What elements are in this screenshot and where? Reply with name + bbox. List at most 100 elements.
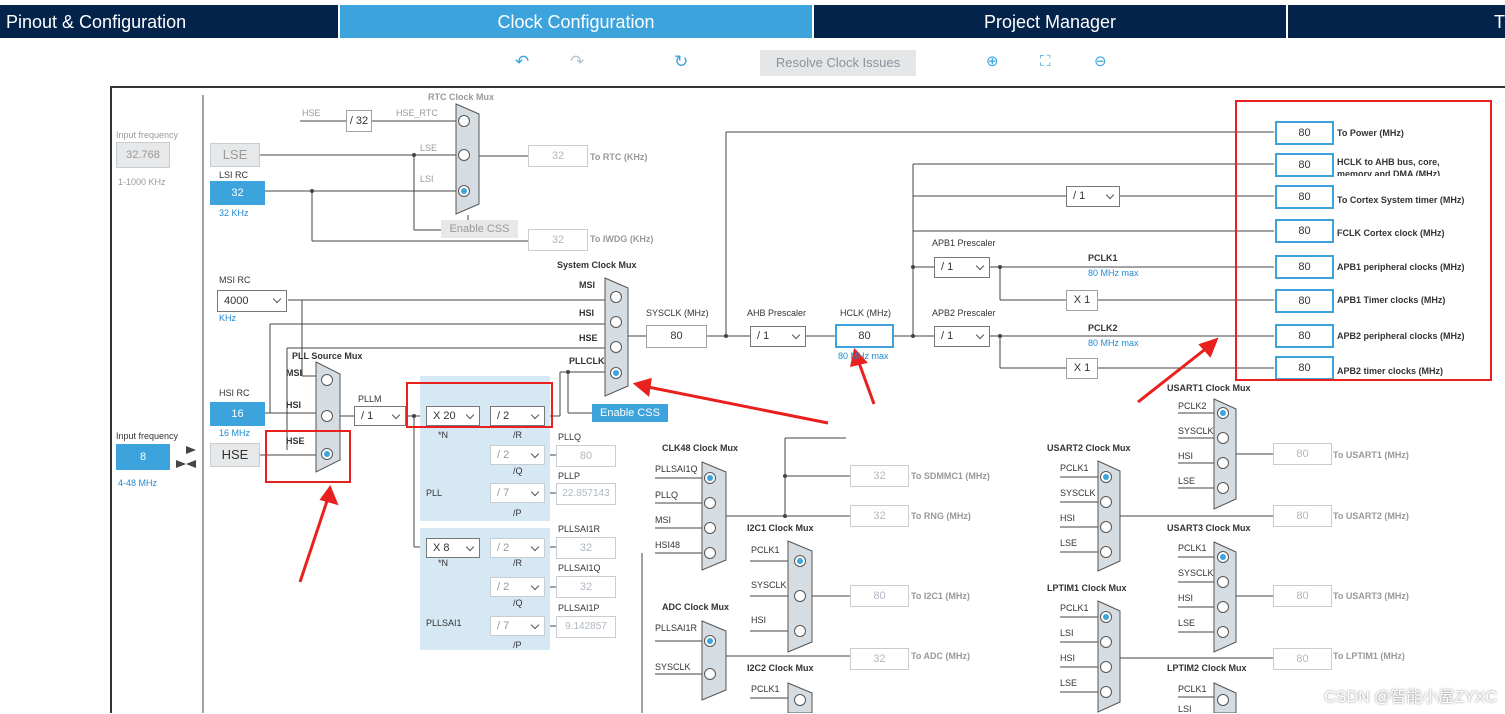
sysmux-pllclk-label: PLLCLK (569, 356, 605, 366)
i2c2-mux-label: I2C2 Clock Mux (747, 663, 814, 673)
pllsai1q-label: PLLSAI1Q (558, 563, 601, 573)
pll-r-label: /R (513, 430, 522, 440)
pll-q-label: /Q (513, 466, 523, 476)
pll-label: PLL (426, 488, 443, 498)
adc-in-pllsai1r: PLLSAI1R (655, 623, 698, 633)
lse-oscillator: LSE (210, 143, 260, 167)
cortex-timer-divider-select[interactable]: / 1 (1066, 186, 1120, 207)
adc-mux-label: ADC Clock Mux (662, 602, 730, 612)
lse-frequency-input[interactable]: 32.768 (116, 142, 170, 168)
hclk-input[interactable]: 80 (835, 324, 894, 348)
pll-p-select[interactable]: / 7 (490, 483, 545, 503)
usart2-in-hsi: HSI (1060, 513, 1076, 523)
pllsai1q-value: 32 (556, 576, 616, 598)
clk48-in-msi: MSI (655, 515, 672, 525)
i2c2-in-pclk1: PCLK1 (751, 684, 780, 694)
pll-q-select[interactable]: / 2 (490, 445, 545, 465)
hsi-unit: 16 MHz (219, 428, 251, 438)
pllsai1p-label: PLLSAI1P (558, 603, 600, 613)
pll-src-msi-label: MSI (286, 368, 303, 378)
pllsai1-label: PLLSAI1 (426, 618, 462, 628)
clk48-mux-label: CLK48 Clock Mux (662, 443, 739, 453)
usart2-in-sysclk: SYSCLK (1060, 488, 1096, 498)
ahb-prescaler-label: AHB Prescaler (747, 308, 807, 318)
clk48-in-pllq: PLLQ (655, 490, 679, 500)
watermark: CSDN @智能小屋ZYXC (1324, 689, 1497, 706)
pllsai1-p-select[interactable]: / 7 (490, 616, 545, 636)
rtc-lse-label: LSE (420, 143, 438, 153)
pllp-label: PLLP (558, 471, 581, 481)
rtc-hse-divider: / 32 (346, 110, 372, 132)
usart2-output-value: 80 (1273, 505, 1332, 527)
apb1-prescaler-select[interactable]: / 1 (934, 257, 990, 278)
lptim1-output-value: 80 (1273, 648, 1332, 670)
clk48-in-hsi48: HSI48 (655, 540, 681, 550)
hse-input-frequency-label: Input frequency (116, 431, 179, 441)
pclk2-max-label: 80 MHz max (1088, 338, 1139, 348)
msi-frequency-select[interactable]: 4000 (217, 290, 287, 312)
enable-css-button[interactable]: Enable CSS (592, 404, 668, 422)
hclk-label: HCLK (MHz) (840, 308, 891, 318)
pllsai1-n-label: *N (438, 558, 449, 568)
lptim1-in-hsi: HSI (1060, 653, 1076, 663)
hsi-rc-value: 16 (210, 402, 265, 426)
pllsai1-r-select[interactable]: / 2 (490, 538, 545, 558)
sysmux-hsi-label: HSI (579, 308, 595, 318)
rtc-lsi-label: LSI (420, 174, 434, 184)
i2c1-mux-label: I2C1 Clock Mux (747, 523, 814, 533)
usart3-in-hsi: HSI (1178, 593, 1194, 603)
pllsai1-r-label: /R (513, 558, 522, 568)
iwdg-output-label: To IWDG (KHz) (590, 234, 654, 244)
sdmmc1-output-label: To SDMMC1 (MHz) (911, 471, 990, 481)
pllsai1-q-select[interactable]: / 2 (490, 577, 545, 597)
pllm-select[interactable]: / 1 (354, 406, 406, 426)
hse-frequency-input[interactable]: 8 (116, 444, 170, 470)
lptim1-output-label: To LPTIM1 (MHz) (1333, 651, 1405, 661)
pll-n-label: *N (438, 430, 449, 440)
apb2-prescaler-select[interactable]: / 1 (934, 326, 990, 347)
hsi-rc-label: HSI RC (219, 388, 250, 398)
lptim1-in-pclk1: PCLK1 (1060, 603, 1089, 613)
pllq-label: PLLQ (558, 432, 582, 442)
apb1-prescaler-label: APB1 Prescaler (932, 238, 996, 248)
hse-range-label: 4-48 MHz (118, 478, 158, 488)
sysmux-hse-label: HSE (579, 333, 598, 343)
annotation-hse-source-highlight (265, 430, 351, 483)
pllp-value: 22.857143 (556, 483, 616, 505)
usart1-mux-label: USART1 Clock Mux (1167, 383, 1251, 393)
rtc-hse-label: HSE (302, 108, 321, 118)
rtc-enable-css-button[interactable]: Enable CSS (441, 220, 518, 238)
lse-range-label: 1-1000 KHz (118, 177, 166, 187)
iwdg-output-value: 32 (528, 229, 588, 251)
ahb-prescaler-select[interactable]: / 1 (750, 326, 806, 347)
apb2-timer-multiplier: X 1 (1066, 358, 1098, 379)
i2c1-in-hsi: HSI (751, 615, 767, 625)
pllsai1p-value: 9.142857 (556, 616, 616, 638)
system-clock-mux-label: System Clock Mux (557, 260, 637, 270)
sysclk-label: SYSCLK (MHz) (646, 308, 709, 318)
hse-rtc-label: HSE_RTC (396, 108, 438, 118)
rtc-output-label: To RTC (KHz) (590, 152, 648, 162)
i2c1-output-value: 80 (850, 585, 909, 607)
i2c1-output-label: To I2C1 (MHz) (911, 591, 970, 601)
lsi-unit: 32 KHz (219, 208, 249, 218)
pllq-value: 80 (556, 445, 616, 467)
usart1-in-hsi: HSI (1178, 451, 1194, 461)
usart1-output-label: To USART1 (MHz) (1333, 450, 1409, 460)
rng-output-label: To RNG (MHz) (911, 511, 971, 521)
pllsai1r-value: 32 (556, 537, 616, 559)
rtc-mux-label: RTC Clock Mux (428, 92, 495, 102)
sysclk-value: 80 (646, 325, 707, 348)
lptim1-in-lse: LSE (1060, 678, 1078, 688)
pllsai1-p-label: /P (513, 640, 522, 650)
usart3-in-pclk1: PCLK1 (1178, 543, 1207, 553)
apb1-timer-multiplier: X 1 (1066, 290, 1098, 311)
usart2-mux-label: USART2 Clock Mux (1047, 443, 1131, 453)
pllsai1-n-select[interactable]: X 8 (426, 538, 480, 558)
annotation-pll-multiplier-highlight (406, 382, 553, 428)
lptim2-mux-label: LPTIM2 Clock Mux (1167, 663, 1247, 673)
lptim1-in-lsi: LSI (1060, 628, 1074, 638)
rng-output-value: 32 (850, 505, 909, 527)
msi-rc-label: MSI RC (219, 275, 251, 285)
lptim2-in-pclk1: PCLK1 (1178, 684, 1207, 694)
